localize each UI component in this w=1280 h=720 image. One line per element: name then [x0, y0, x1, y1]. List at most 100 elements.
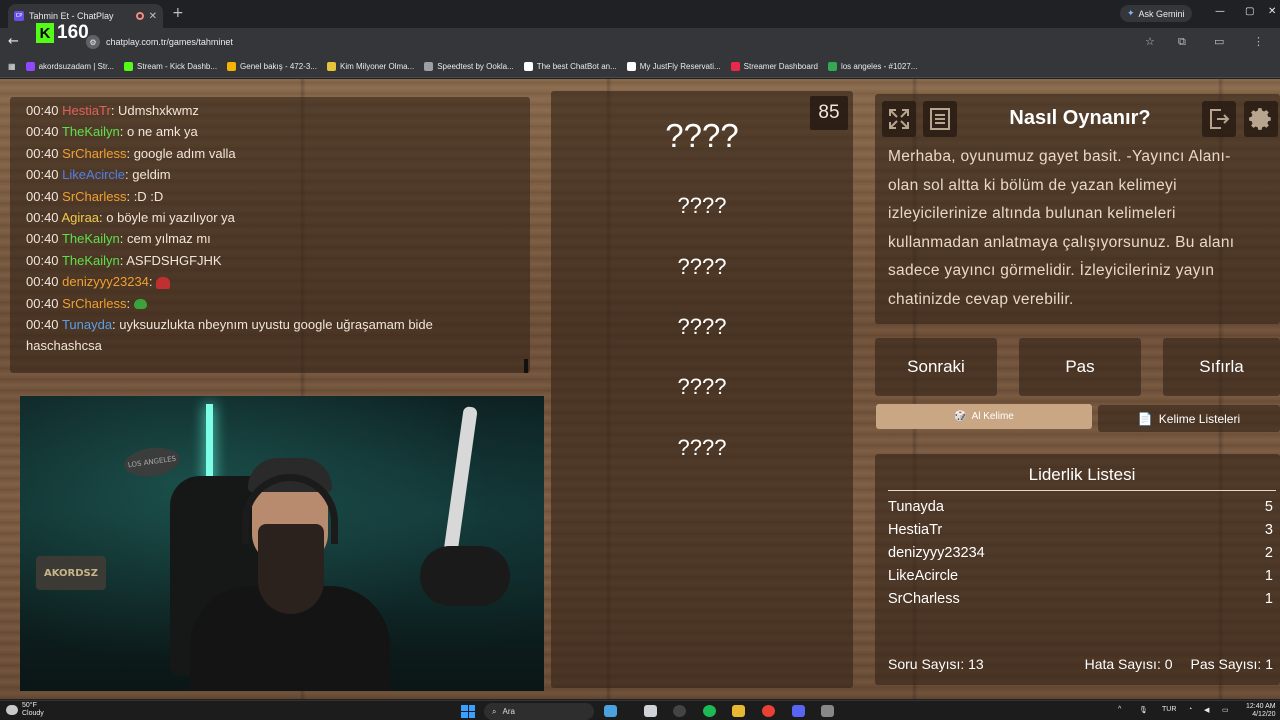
- bookmark-item[interactable]: los angeles - #1027...: [827, 62, 917, 71]
- apps-grid-icon[interactable]: ▦: [8, 62, 16, 71]
- task-view-icon[interactable]: [644, 705, 657, 717]
- bookmark-item[interactable]: Stream - Kick Dashb...: [124, 62, 217, 71]
- chat-text: : o böyle mi yazılıyor ya: [99, 210, 235, 226]
- bookmark-favicon-icon: [25, 62, 35, 71]
- microphone-icon[interactable]: 🎙: [1139, 706, 1148, 714]
- bookmark-item[interactable]: My JustFly Reservati...: [626, 62, 721, 71]
- live-app-icon[interactable]: [821, 705, 834, 717]
- bookmark-label: My JustFly Reservati...: [639, 62, 721, 71]
- get-word-button[interactable]: 🎲 Al Kelime: [876, 404, 1092, 429]
- chat-username[interactable]: TheKailyn: [62, 231, 120, 246]
- obs-studio-icon[interactable]: [673, 705, 686, 717]
- file-explorer-icon[interactable]: [732, 705, 745, 717]
- clock-date: 4/12/20: [1252, 711, 1276, 718]
- extensions-icon[interactable]: ⧉: [1178, 35, 1186, 49]
- frog-emote-icon: [133, 299, 147, 310]
- forbidden-word: ????: [677, 193, 727, 218]
- tray-chevron-icon[interactable]: ^: [1118, 706, 1121, 713]
- network-icon[interactable]: ◔: [1188, 706, 1192, 713]
- leaderboard-row: denizyyy23234 2: [888, 545, 1273, 561]
- document-icon[interactable]: [923, 101, 957, 137]
- how-to-play-text: Merhaba, oyunumuz gayet basit. -Yayıncı …: [888, 148, 1235, 308]
- search-label: Ara: [502, 707, 515, 716]
- how-to-play-title: Nasıl Oynanır?: [1009, 107, 1151, 129]
- battery-icon[interactable]: ▭: [1222, 706, 1229, 714]
- system-clock[interactable]: 12:40 AM 4/12/20: [1246, 703, 1276, 719]
- chat-username[interactable]: denizyyy23234: [62, 274, 149, 289]
- weather-condition: Cloudy: [22, 710, 44, 717]
- split-view-icon[interactable]: ▭: [1214, 35, 1224, 48]
- bookmark-item[interactable]: akordsuzadam | Str...: [25, 62, 114, 71]
- windows-taskbar: 50°F Cloudy ⌕ Ara ^ 🎙 TUR ◔ ◀ ▭ 12:40 AM…: [0, 700, 1280, 720]
- new-tab-button[interactable]: +: [172, 5, 184, 21]
- bookmark-label: Streamer Dashboard: [743, 62, 818, 71]
- ask-gemini-button[interactable]: ✦ Ask Gemini: [1120, 5, 1192, 22]
- chrome-icon[interactable]: [762, 705, 775, 717]
- player-name: HestiaTr: [888, 522, 943, 538]
- chat-username[interactable]: TheKailyn: [62, 124, 120, 139]
- chat-username[interactable]: SrCharless: [62, 146, 126, 161]
- menu-dots-icon[interactable]: ⋮: [1253, 35, 1264, 48]
- fullscreen-icon[interactable]: [882, 101, 916, 137]
- minimize-icon[interactable]: —: [1215, 6, 1225, 17]
- chat-text: : o ne amk ya: [119, 124, 198, 140]
- chat-timestamp: 00:40: [26, 188, 59, 204]
- bookmark-item[interactable]: The best ChatBot an...: [523, 62, 617, 71]
- bookmark-item[interactable]: Speedtest by Ookla...: [424, 62, 514, 71]
- chat-username[interactable]: LikeAcircle: [62, 167, 125, 182]
- next-button[interactable]: Sonraki: [875, 338, 997, 396]
- weather-widget[interactable]: 50°F Cloudy: [22, 702, 44, 718]
- player-score: 1: [1264, 568, 1273, 584]
- bookmark-item[interactable]: Genel bakış - 472-3...: [227, 62, 317, 71]
- get-word-label: Al Kelime: [971, 411, 1014, 422]
- chat-message: 00:40 LikeAcircle: geldim: [26, 164, 530, 185]
- chat-message: 00:40 Tunayda: uyksuuzlukta nbeynım uyus…: [26, 314, 530, 335]
- chat-username[interactable]: TheKailyn: [62, 253, 120, 268]
- chat-username[interactable]: Tunayda: [62, 317, 112, 332]
- chat-username[interactable]: SrCharless: [62, 296, 126, 311]
- volume-icon[interactable]: ◀: [1204, 706, 1209, 714]
- bookmark-item[interactable]: Kim Milyoner Olma...: [326, 62, 414, 71]
- address-bar[interactable]: chatplay.com.tr/games/tahminet: [106, 37, 233, 47]
- chat-message: 00:40 SrCharless: google adım valla: [26, 143, 530, 164]
- chat-message: 00:40 Agiraa: o böyle mi yazılıyor ya: [26, 207, 530, 228]
- keyboard-language[interactable]: TUR: [1162, 706, 1176, 713]
- recording-icon: [135, 12, 144, 20]
- windows-start-icon[interactable]: [461, 705, 475, 718]
- leaderboard-row: SrCharless 1: [888, 591, 1273, 607]
- close-window-icon[interactable]: ✕: [1268, 6, 1276, 17]
- obs-icon[interactable]: [604, 705, 617, 717]
- player-name: Tunayda: [888, 499, 944, 515]
- close-tab-icon[interactable]: ✕: [149, 11, 157, 22]
- chat-scrollbar[interactable]: [524, 359, 528, 373]
- settings-gear-icon[interactable]: [1244, 101, 1278, 137]
- chat-text: : uyksuuzlukta nbeynım uyustu google uğr…: [112, 317, 433, 333]
- gemini-spark-icon: ✦: [1127, 8, 1135, 18]
- bookmark-star-icon[interactable]: ☆: [1145, 35, 1155, 48]
- chat-username[interactable]: HestiaTr: [62, 103, 111, 118]
- discord-icon[interactable]: [792, 705, 805, 717]
- bookmark-favicon-icon: [326, 62, 336, 71]
- player-score: 5: [1264, 499, 1273, 515]
- chat-text: : geldim: [125, 167, 171, 183]
- word-lists-button[interactable]: 📄 Kelime Listeleri: [1098, 405, 1280, 432]
- chat-timestamp: 00:40: [26, 274, 59, 290]
- chat-timestamp: 00:40: [26, 317, 59, 333]
- bookmark-favicon-icon: [626, 62, 636, 71]
- reset-button[interactable]: Sıfırla: [1163, 338, 1280, 396]
- list-icon: 📄: [1137, 411, 1153, 426]
- game-stats: Soru Sayısı: 13 Hata Sayısı: 0 Pas Sayıs…: [888, 656, 1273, 672]
- maximize-icon[interactable]: ▢: [1245, 6, 1254, 17]
- word-lists-label: Kelime Listeleri: [1158, 411, 1241, 426]
- taskbar-search[interactable]: ⌕ Ara: [484, 703, 594, 720]
- pass-button[interactable]: Pas: [1019, 338, 1141, 396]
- chat-username[interactable]: Agiraa: [61, 210, 99, 225]
- bookmark-item[interactable]: Streamer Dashboard: [730, 62, 818, 71]
- spotify-icon[interactable]: [703, 705, 716, 717]
- back-arrow-icon[interactable]: ←: [8, 34, 19, 49]
- chat-message: 00:40 TheKailyn: cem yılmaz mı: [26, 228, 530, 249]
- chat-username[interactable]: SrCharless: [62, 189, 126, 204]
- dice-icon: 🎲: [954, 411, 967, 422]
- chat-timestamp: 00:40: [26, 231, 59, 247]
- exit-icon[interactable]: [1202, 101, 1236, 137]
